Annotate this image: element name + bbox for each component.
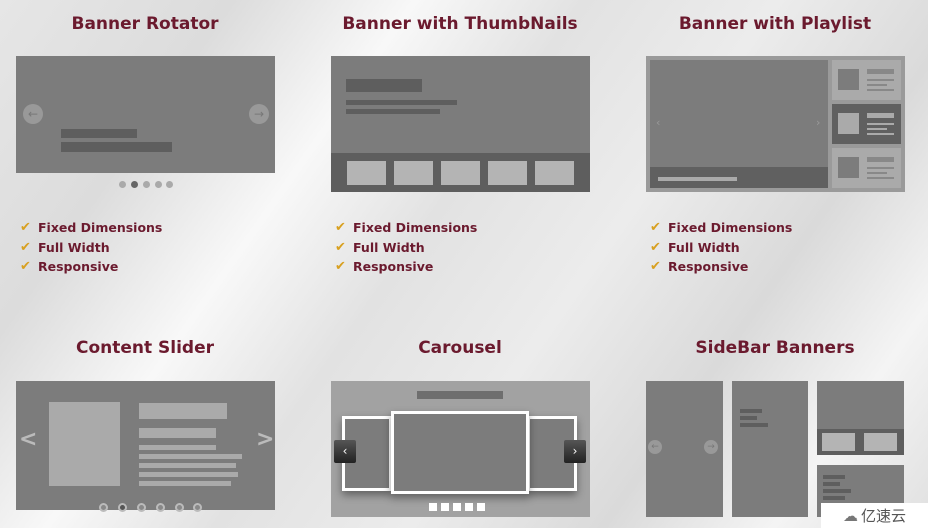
checkmark-icon: ✔ [20,259,31,275]
checkmark-icon: ✔ [335,220,346,236]
checkmark-icon: ✔ [20,239,31,255]
banner-rotator-preview[interactable]: ← → [16,56,275,173]
thumbnail-strip [331,153,590,192]
playlist-item[interactable] [832,60,901,100]
thumbnail[interactable] [488,161,527,185]
checkmark-icon: ✔ [650,239,661,255]
pager-dot[interactable] [137,503,146,512]
checkmark-icon: ✔ [335,239,346,255]
caption-text-bar [61,142,172,152]
feature-item: Full Width [38,239,110,255]
arrow-left-icon[interactable]: ← [648,440,662,454]
section-title: Content Slider [75,338,215,358]
arrow-left-icon[interactable]: ← [23,104,43,124]
sidebar-banner[interactable] [732,381,808,517]
thumbnail[interactable] [535,161,574,185]
section-title: SideBar Banners [695,338,855,358]
chevron-left-icon[interactable]: ‹ [656,116,660,129]
caption-line [658,177,737,181]
thumbnail[interactable] [394,161,433,185]
sidebar-banner[interactable] [817,381,904,455]
pager-dot[interactable] [166,181,173,188]
feature-item: Fixed Dimensions [668,220,793,236]
cloud-icon: ☁ [842,506,858,525]
feature-item: Responsive [353,259,434,275]
watermark-text: 亿速云 [860,507,906,525]
section-title: Banner Rotator [71,14,219,34]
feature-list: ✔ Fixed Dimensions ✔ Full Width ✔ Responsiv… [335,218,477,277]
pager-dot[interactable] [143,181,150,188]
chevron-left-icon[interactable]: < [19,427,37,452]
thumbnail[interactable] [822,433,855,451]
pager-dot[interactable] [155,181,162,188]
feature-item: Responsive [38,259,119,275]
caption-title-bar [61,129,137,138]
thumbnail[interactable] [347,161,386,185]
feature-list: ✔ Fixed Dimensions ✔ Full Width ✔ Responsiv… [20,218,162,277]
banner-thumbnails-preview[interactable] [331,56,590,192]
thumbnail[interactable] [441,161,480,185]
arrow-right-icon[interactable]: → [249,104,269,124]
carousel-preview[interactable]: ‹ › [331,381,590,517]
checkmark-icon: ✔ [650,259,661,275]
pager-dot[interactable] [465,503,473,511]
caption-title-bar [346,79,422,92]
caption-line [346,100,457,105]
caption-line [346,109,440,114]
feature-item: Full Width [353,239,425,255]
main-slide: ‹ › [650,60,828,188]
feature-item: Fixed Dimensions [38,220,163,236]
thumbnail[interactable] [864,433,897,451]
watermark-logo: ☁ 亿速云 [821,503,928,528]
pager-dot[interactable] [477,503,485,511]
arrow-right-icon[interactable]: → [704,440,718,454]
playlist-item-active[interactable] [832,104,901,144]
carousel-item-active[interactable] [391,411,529,494]
chevron-right-icon[interactable]: > [256,427,274,452]
arrow-right-icon[interactable]: › [564,440,586,463]
carousel-title-bar [417,391,503,399]
pager-dot[interactable] [156,503,165,512]
feature-item: Full Width [668,239,740,255]
pager-dot[interactable] [99,503,108,512]
pager-dot[interactable] [119,181,126,188]
section-title: Banner with Playlist [678,14,872,34]
feature-item: Fixed Dimensions [353,220,478,236]
pager-dot[interactable] [453,503,461,511]
feature-item: Responsive [668,259,749,275]
pager-dot[interactable] [175,503,184,512]
sidebar-banner[interactable]: ← → [646,381,723,517]
checkmark-icon: ✔ [650,220,661,236]
section-title: Carousel [418,338,502,358]
pager-dot-active[interactable] [118,503,127,512]
pager-dot[interactable] [441,503,449,511]
content-slider-preview[interactable]: < > [16,381,275,510]
banner-playlist-preview[interactable]: ‹ › [646,56,905,192]
checkmark-icon: ✔ [20,220,31,236]
section-title: Banner with ThumbNails [342,14,578,34]
pager-dot-active[interactable] [131,181,138,188]
caption-bar [650,167,828,188]
chevron-right-icon[interactable]: › [816,116,820,129]
pager-dot[interactable] [429,503,437,511]
playlist-item[interactable] [832,148,901,188]
feature-list: ✔ Fixed Dimensions ✔ Full Width ✔ Responsiv… [650,218,792,277]
checkmark-icon: ✔ [335,259,346,275]
image-placeholder [49,402,120,486]
arrow-left-icon[interactable]: ‹ [334,440,356,463]
pager-dot[interactable] [193,503,202,512]
